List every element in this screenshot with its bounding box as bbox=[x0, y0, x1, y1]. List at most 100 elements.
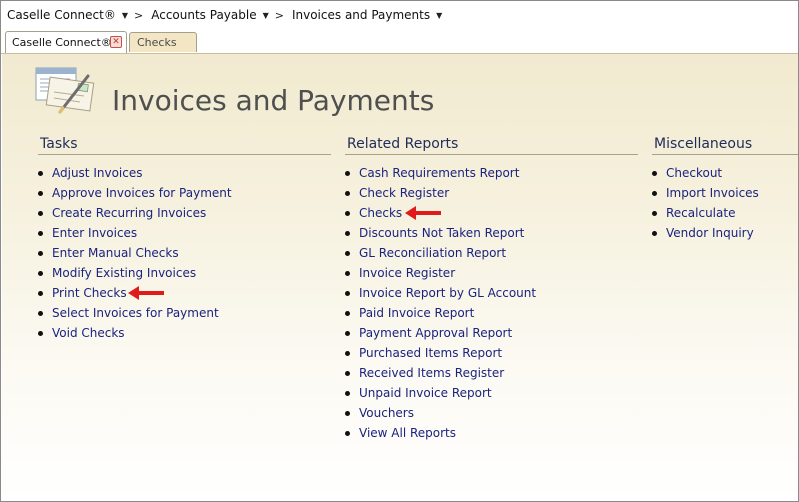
list-item: Unpaid Invoice Report bbox=[345, 383, 638, 403]
content-panel: Invoices and Payments Tasks Adjust Invoi… bbox=[2, 54, 798, 501]
chevron-down-icon[interactable]: ▼ bbox=[436, 11, 442, 20]
link-modify-existing-invoices[interactable]: Modify Existing Invoices bbox=[52, 266, 196, 280]
link-vendor-inquiry[interactable]: Vendor Inquiry bbox=[666, 226, 754, 240]
close-icon[interactable]: ✕ bbox=[110, 36, 122, 48]
link-check-register[interactable]: Check Register bbox=[359, 186, 449, 200]
related-reports-section: Related Reports Cash Requirements Report… bbox=[345, 136, 638, 443]
list-item: Modify Existing Invoices bbox=[38, 263, 331, 283]
tasks-list: Adjust Invoices Approve Invoices for Pay… bbox=[38, 163, 331, 343]
list-item: GL Reconciliation Report bbox=[345, 243, 638, 263]
link-invoice-report-by-gl-account[interactable]: Invoice Report by GL Account bbox=[359, 286, 536, 300]
link-enter-manual-checks[interactable]: Enter Manual Checks bbox=[52, 246, 179, 260]
breadcrumb-caselle-connect[interactable]: Caselle Connect® ▼ bbox=[7, 8, 128, 22]
bullet bbox=[38, 291, 43, 296]
bullet bbox=[345, 371, 350, 376]
breadcrumb-accounts-payable[interactable]: Accounts Payable ▼ bbox=[151, 8, 269, 22]
list-item: View All Reports bbox=[345, 423, 638, 443]
breadcrumb-label: Invoices and Payments bbox=[291, 8, 431, 22]
tab-label: Caselle Connect® bbox=[12, 36, 112, 49]
bullet bbox=[38, 251, 43, 256]
list-item: Recalculate bbox=[652, 203, 798, 223]
miscellaneous-heading: Miscellaneous bbox=[652, 136, 798, 155]
link-import-invoices[interactable]: Import Invoices bbox=[666, 186, 759, 200]
tab-label: Checks bbox=[137, 36, 177, 49]
list-item: Adjust Invoices bbox=[38, 163, 331, 183]
link-adjust-invoices[interactable]: Adjust Invoices bbox=[52, 166, 142, 180]
list-item: Checks bbox=[345, 203, 638, 223]
bullet bbox=[38, 191, 43, 196]
list-item: Check Register bbox=[345, 183, 638, 203]
window-frame: Caselle Connect® ▼ > Accounts Payable ▼ … bbox=[0, 0, 799, 502]
link-create-recurring-invoices[interactable]: Create Recurring Invoices bbox=[52, 206, 206, 220]
link-gl-reconciliation-report[interactable]: GL Reconciliation Report bbox=[359, 246, 506, 260]
tab-strip: Caselle Connect® ✕ Checks bbox=[1, 29, 798, 54]
related-reports-heading: Related Reports bbox=[345, 136, 638, 155]
link-vouchers[interactable]: Vouchers bbox=[359, 406, 414, 420]
link-approve-invoices-for-payment[interactable]: Approve Invoices for Payment bbox=[52, 186, 232, 200]
bullet bbox=[345, 391, 350, 396]
breadcrumb-separator: > bbox=[134, 8, 144, 22]
link-recalculate[interactable]: Recalculate bbox=[666, 206, 735, 220]
list-item: Vendor Inquiry bbox=[652, 223, 798, 243]
link-paid-invoice-report[interactable]: Paid Invoice Report bbox=[359, 306, 474, 320]
list-item: Cash Requirements Report bbox=[345, 163, 638, 183]
bullet bbox=[345, 331, 350, 336]
list-item: Invoice Register bbox=[345, 263, 638, 283]
list-item: Received Items Register bbox=[345, 363, 638, 383]
link-void-checks[interactable]: Void Checks bbox=[52, 326, 125, 340]
link-checks-report[interactable]: Checks bbox=[359, 206, 402, 220]
link-unpaid-invoice-report[interactable]: Unpaid Invoice Report bbox=[359, 386, 492, 400]
link-payment-approval-report[interactable]: Payment Approval Report bbox=[359, 326, 512, 340]
breadcrumb-invoices-and-payments[interactable]: Invoices and Payments ▼ bbox=[292, 8, 442, 22]
miscellaneous-section: Miscellaneous Checkout Import Invoices R… bbox=[652, 136, 798, 243]
list-item: Payment Approval Report bbox=[345, 323, 638, 343]
misc-list: Checkout Import Invoices Recalculate Ven… bbox=[652, 163, 798, 243]
red-arrow-annotation bbox=[405, 206, 441, 220]
bullet bbox=[38, 171, 43, 176]
list-item: Checkout bbox=[652, 163, 798, 183]
chevron-down-icon[interactable]: ▼ bbox=[122, 11, 128, 20]
list-item: Void Checks bbox=[38, 323, 331, 343]
red-arrow-annotation bbox=[128, 286, 164, 300]
bullet bbox=[345, 351, 350, 356]
tab-caselle-connect[interactable]: Caselle Connect® ✕ bbox=[5, 31, 127, 53]
bullet bbox=[345, 411, 350, 416]
bullet bbox=[652, 171, 657, 176]
bullet bbox=[345, 171, 350, 176]
list-item: Paid Invoice Report bbox=[345, 303, 638, 323]
list-item: Invoice Report by GL Account bbox=[345, 283, 638, 303]
list-item: Enter Manual Checks bbox=[38, 243, 331, 263]
link-enter-invoices[interactable]: Enter Invoices bbox=[52, 226, 137, 240]
bullet bbox=[38, 331, 43, 336]
list-item: Discounts Not Taken Report bbox=[345, 223, 638, 243]
bullet bbox=[652, 231, 657, 236]
bullet bbox=[345, 191, 350, 196]
link-print-checks[interactable]: Print Checks bbox=[52, 286, 127, 300]
link-purchased-items-report[interactable]: Purchased Items Report bbox=[359, 346, 502, 360]
link-select-invoices-for-payment[interactable]: Select Invoices for Payment bbox=[52, 306, 219, 320]
link-checkout[interactable]: Checkout bbox=[666, 166, 722, 180]
list-item: Purchased Items Report bbox=[345, 343, 638, 363]
bullet bbox=[38, 271, 43, 276]
link-received-items-register[interactable]: Received Items Register bbox=[359, 366, 504, 380]
tasks-section: Tasks Adjust Invoices Approve Invoices f… bbox=[38, 136, 331, 343]
bullet bbox=[38, 211, 43, 216]
link-cash-requirements-report[interactable]: Cash Requirements Report bbox=[359, 166, 519, 180]
tab-checks[interactable]: Checks bbox=[129, 32, 197, 52]
bullet bbox=[345, 311, 350, 316]
bullet bbox=[345, 271, 350, 276]
link-discounts-not-taken-report[interactable]: Discounts Not Taken Report bbox=[359, 226, 524, 240]
list-item: Select Invoices for Payment bbox=[38, 303, 331, 323]
breadcrumb-label: Caselle Connect® bbox=[7, 8, 116, 22]
page-title: Invoices and Payments bbox=[112, 84, 435, 117]
list-item: Vouchers bbox=[345, 403, 638, 423]
bullet bbox=[38, 311, 43, 316]
bullet bbox=[652, 191, 657, 196]
bullet bbox=[345, 231, 350, 236]
breadcrumb: Caselle Connect® ▼ > Accounts Payable ▼ … bbox=[1, 1, 798, 29]
link-invoice-register[interactable]: Invoice Register bbox=[359, 266, 455, 280]
chevron-down-icon[interactable]: ▼ bbox=[263, 11, 269, 20]
link-view-all-reports[interactable]: View All Reports bbox=[359, 426, 456, 440]
tasks-heading: Tasks bbox=[38, 136, 331, 155]
bullet bbox=[345, 251, 350, 256]
